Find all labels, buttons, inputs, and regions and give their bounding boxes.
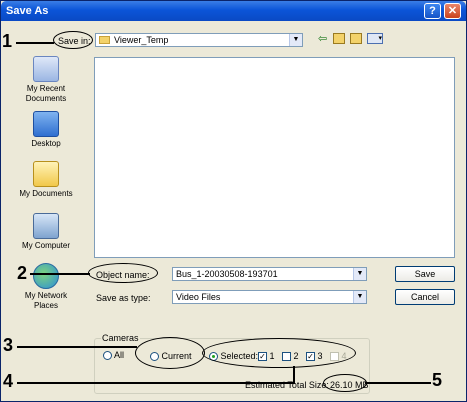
chevron-down-icon: ▼ bbox=[353, 291, 366, 303]
new-folder-icon[interactable] bbox=[350, 33, 362, 44]
desktop-icon bbox=[33, 111, 59, 137]
cancel-button[interactable]: Cancel bbox=[395, 289, 455, 305]
object-name-field[interactable]: Bus_1-20030508-193701 ▼ bbox=[172, 267, 367, 281]
callout-2-line bbox=[30, 273, 90, 275]
recent-documents-icon bbox=[33, 56, 59, 82]
callout-2-oval bbox=[88, 263, 158, 283]
callout-4-oval bbox=[202, 338, 356, 368]
up-folder-icon[interactable] bbox=[333, 33, 345, 44]
callout-4: 4 bbox=[3, 371, 14, 391]
callout-4-line bbox=[17, 382, 295, 384]
place-label: Desktop bbox=[31, 139, 61, 148]
save-button[interactable]: Save bbox=[395, 266, 455, 282]
my-documents-icon bbox=[33, 161, 59, 187]
place-label: My Network Places bbox=[24, 291, 68, 310]
places-bar: My Recent Documents Desktop My Documents… bbox=[6, 56, 86, 331]
radio-all-label: All bbox=[114, 350, 125, 360]
place-desktop[interactable]: Desktop bbox=[6, 111, 86, 149]
callout-3: 3 bbox=[3, 335, 14, 355]
object-name-value: Bus_1-20030508-193701 bbox=[176, 269, 278, 279]
back-icon[interactable]: ⇦ bbox=[318, 32, 327, 45]
callout-1-oval bbox=[53, 31, 93, 49]
radio-all-button[interactable] bbox=[103, 351, 112, 361]
file-list[interactable] bbox=[94, 57, 455, 258]
callout-4-line-vertical bbox=[293, 366, 295, 384]
place-label: My Recent Documents bbox=[25, 84, 67, 103]
place-my-documents[interactable]: My Documents bbox=[6, 161, 86, 199]
save-as-type-value: Video Files bbox=[176, 292, 221, 302]
callout-1: 1 bbox=[2, 31, 13, 51]
cameras-legend: Cameras bbox=[101, 333, 140, 343]
folder-icon bbox=[99, 36, 110, 44]
callout-3-oval bbox=[135, 337, 205, 369]
callout-2: 2 bbox=[17, 263, 28, 283]
callout-3-line bbox=[17, 346, 137, 348]
title-bar: Save As ? ✕ bbox=[1, 1, 466, 21]
network-places-icon bbox=[33, 263, 59, 289]
help-button[interactable]: ? bbox=[424, 3, 441, 19]
chevron-down-icon: ▼ bbox=[289, 34, 302, 46]
my-computer-icon bbox=[33, 213, 59, 239]
place-label: My Computer bbox=[21, 241, 70, 250]
dialog-title: Save As bbox=[6, 5, 49, 17]
callout-5: 5 bbox=[432, 370, 443, 390]
close-button[interactable]: ✕ bbox=[444, 3, 461, 19]
save-as-type-label: Save as type: bbox=[96, 293, 151, 303]
view-menu-icon[interactable]: ▾ bbox=[367, 33, 383, 44]
callout-1-line bbox=[16, 42, 54, 44]
callout-5-line bbox=[365, 382, 431, 384]
save-in-value: Viewer_Temp bbox=[114, 35, 169, 45]
callout-5-oval bbox=[323, 374, 367, 392]
radio-all[interactable]: All bbox=[103, 350, 125, 361]
save-as-type-dropdown[interactable]: Video Files ▼ bbox=[172, 290, 367, 304]
place-my-computer[interactable]: My Computer bbox=[6, 213, 86, 251]
save-in-dropdown[interactable]: Viewer_Temp ▼ bbox=[95, 33, 303, 47]
chevron-down-icon: ▼ bbox=[353, 268, 366, 280]
place-my-recent-documents[interactable]: My Recent Documents bbox=[6, 56, 86, 104]
place-label: My Documents bbox=[19, 189, 73, 198]
